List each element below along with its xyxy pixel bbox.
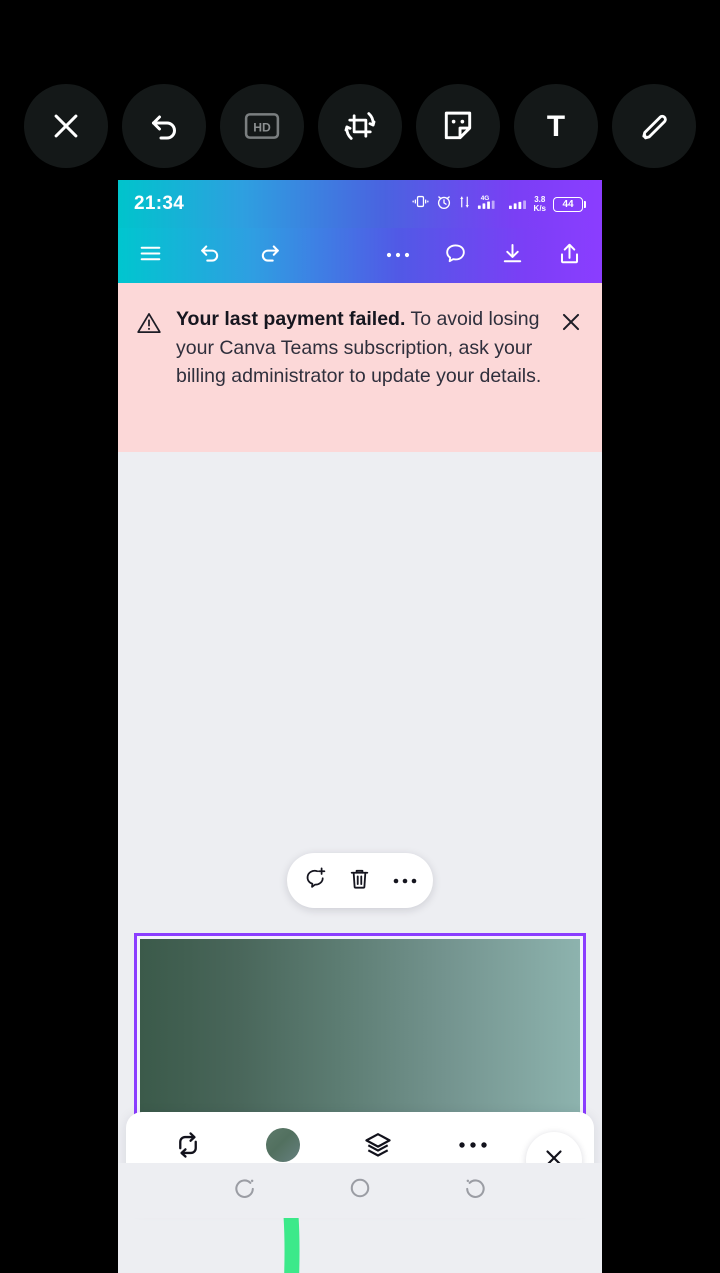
data-transfer-icon (459, 194, 470, 215)
draw-button[interactable] (612, 84, 696, 168)
more-horizontal-icon (392, 872, 418, 890)
signal-second-icon (508, 193, 527, 215)
app-bar-undo-button[interactable] (197, 240, 223, 271)
phone-screen: 21:34 4G 3.8 K/s 44 Your last payment fa… (118, 180, 602, 1273)
share-button[interactable] (557, 241, 582, 271)
svg-text:T: T (547, 110, 565, 143)
close-icon (49, 109, 83, 143)
comment-button[interactable] (443, 241, 468, 271)
more-horizontal-icon (385, 247, 411, 265)
nav-back-icon (232, 1175, 258, 1206)
battery-tip (584, 200, 586, 208)
data-speed-unit: K/s (533, 204, 546, 213)
crop-rotate-button[interactable] (318, 84, 402, 168)
app-bar-redo-button[interactable] (257, 240, 283, 271)
delete-button[interactable] (341, 862, 379, 900)
replace-icon (173, 1129, 203, 1161)
color-swatch-icon (265, 1128, 300, 1162)
banner-headline: Your last payment failed. (176, 308, 406, 330)
sticker-button[interactable] (416, 84, 500, 168)
canva-app-bar (118, 228, 602, 283)
undo-button[interactable] (122, 84, 206, 168)
battery-icon: 44 (553, 196, 586, 212)
svg-text:HD: HD (253, 120, 271, 134)
download-icon (500, 241, 525, 271)
banner-close-button[interactable] (558, 305, 584, 428)
nav-back-button[interactable] (224, 1170, 266, 1212)
status-bar-clock: 21:34 (134, 193, 185, 214)
warning-triangle-icon (136, 305, 162, 428)
share-upload-icon (557, 241, 582, 271)
undo-icon (197, 240, 223, 271)
more-horizontal-icon (458, 1129, 488, 1161)
payment-failed-banner: Your last payment failed. To avoid losin… (118, 283, 602, 452)
sticker-icon (439, 107, 477, 145)
nav-home-button[interactable] (339, 1170, 381, 1212)
text-button[interactable]: T (514, 84, 598, 168)
app-bar-left-group (138, 240, 283, 271)
android-nav-bar (118, 1163, 602, 1218)
comment-bubble-icon (443, 241, 468, 271)
add-comment-icon (302, 865, 328, 896)
add-comment-button[interactable] (296, 862, 334, 900)
hamburger-menu-icon (138, 241, 163, 271)
nav-home-icon (347, 1175, 373, 1206)
svg-text:4G: 4G (480, 195, 489, 202)
context-more-button[interactable] (386, 862, 424, 900)
crop-rotate-icon (341, 107, 379, 145)
hd-icon: HD (244, 111, 280, 141)
status-bar-icons: 4G 3.8 K/s 44 (412, 193, 586, 215)
data-speed-indicator: 3.8 K/s (534, 195, 546, 213)
trash-icon (347, 866, 372, 896)
status-bar: 21:34 4G 3.8 K/s 44 (118, 180, 602, 228)
app-bar-right-group (385, 241, 582, 271)
element-context-menu (287, 853, 433, 908)
download-button[interactable] (500, 241, 525, 271)
battery-level: 44 (553, 196, 583, 212)
editor-overlay-toolbar: HD T (24, 84, 696, 168)
close-button[interactable] (24, 84, 108, 168)
app-bar-more-button[interactable] (385, 247, 411, 265)
vibrate-icon (412, 194, 429, 214)
redo-icon (257, 240, 283, 271)
hamburger-menu-button[interactable] (138, 241, 163, 271)
color-swatch (265, 1128, 300, 1162)
nav-recents-icon (462, 1175, 488, 1206)
pencil-icon (637, 109, 671, 143)
design-canvas[interactable]: Replace Color Layers (118, 452, 602, 1273)
layers-icon (363, 1129, 393, 1161)
nav-recents-button[interactable] (454, 1170, 496, 1212)
data-speed-value: 3.8 (534, 195, 546, 204)
undo-icon (146, 108, 182, 144)
hd-button[interactable]: HD (220, 84, 304, 168)
text-icon: T (539, 109, 573, 143)
signal-4g-icon: 4G (477, 193, 501, 215)
banner-message: Your last payment failed. To avoid losin… (176, 305, 548, 428)
alarm-icon (436, 194, 452, 215)
close-icon (558, 313, 584, 339)
